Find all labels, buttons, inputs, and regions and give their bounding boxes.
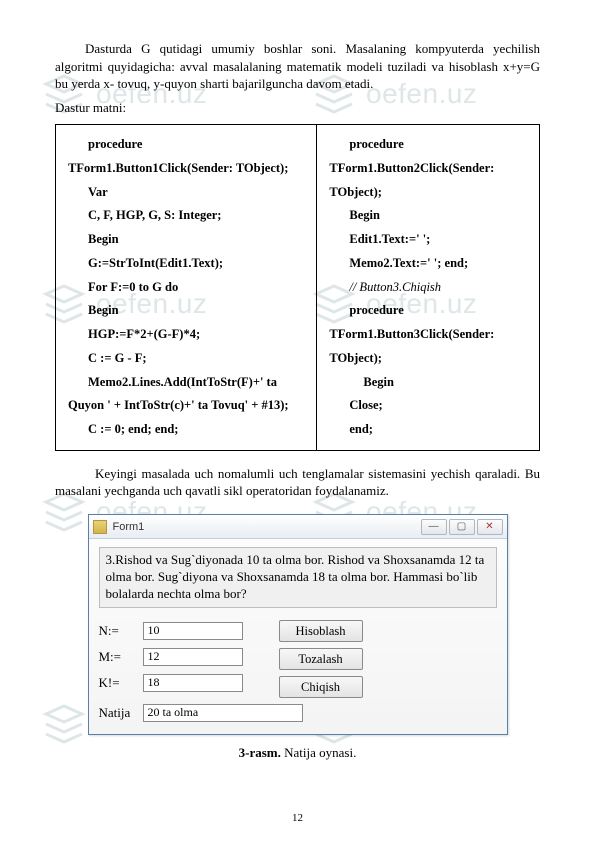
code-line: Quyon ' + IntToStr(c)+' ta Tovuq' + #13)…: [68, 394, 304, 418]
label-k: K!=: [99, 675, 143, 691]
code-line: C := 0; end; end;: [68, 418, 304, 442]
window-title: Form1: [113, 521, 421, 533]
caption-number: 3-rasm.: [239, 745, 281, 760]
code-line: HGP:=F*2+(G-F)*4;: [68, 323, 304, 347]
maximize-button[interactable]: ▢: [449, 519, 475, 535]
figure-caption: 3-rasm. Natija oynasi.: [55, 745, 540, 761]
code-line: Begin: [329, 204, 527, 228]
app-icon: [93, 520, 107, 534]
code-line: // Button3.Chiqish: [329, 276, 527, 300]
label-natija: Natija: [99, 705, 143, 721]
form-window: Form1 — ▢ ✕ 3.Rishod va Sug`diyonada 10 …: [88, 514, 508, 735]
code-line: TForm1.Button2Click(Sender:: [329, 157, 527, 181]
code-line: G:=StrToInt(Edit1.Text);: [68, 252, 304, 276]
label-m: M:=: [99, 649, 143, 665]
paragraph-intro: Dasturda G qutidagi umumiy boshlar soni.…: [55, 40, 540, 93]
clear-button[interactable]: Tozalash: [279, 648, 363, 670]
code-line: TForm1.Button1Click(Sender: TObject);: [68, 157, 304, 181]
exit-button[interactable]: Chiqish: [279, 676, 363, 698]
code-line: Close;: [329, 394, 527, 418]
minimize-button[interactable]: —: [421, 519, 447, 535]
code-cell-left: procedure TForm1.Button1Click(Sender: TO…: [56, 125, 317, 451]
code-line: TForm1.Button3Click(Sender:: [329, 323, 527, 347]
code-line: procedure: [329, 299, 527, 323]
page-number: 12: [0, 812, 595, 824]
code-line: TObject);: [329, 347, 527, 371]
code-line: For F:=0 to G do: [68, 276, 304, 300]
paragraph-label: Dastur matni:: [55, 99, 540, 117]
titlebar: Form1 — ▢ ✕: [89, 515, 507, 539]
code-line: procedure: [68, 133, 304, 157]
code-line: Memo2.Lines.Add(IntToStr(F)+' ta: [68, 371, 304, 395]
code-line: end;: [329, 418, 527, 442]
code-line: Begin: [68, 228, 304, 252]
code-line: C, F, HGP, G, S: Integer;: [68, 204, 304, 228]
code-line: C := G - F;: [68, 347, 304, 371]
input-k[interactable]: [143, 674, 243, 692]
code-line: Begin: [68, 299, 304, 323]
code-line: procedure: [329, 133, 527, 157]
code-line: TObject);: [329, 181, 527, 205]
input-m[interactable]: [143, 648, 243, 666]
code-line: Memo2.Text:=' '; end;: [329, 252, 527, 276]
code-line: Edit1.Text:=' ';: [329, 228, 527, 252]
label-n: N:=: [99, 623, 143, 639]
question-text: 3.Rishod va Sug`diyonada 10 ta olma bor.…: [99, 547, 497, 608]
code-table: procedure TForm1.Button1Click(Sender: TO…: [55, 124, 540, 451]
close-button[interactable]: ✕: [477, 519, 503, 535]
code-cell-right: procedure TForm1.Button2Click(Sender: TO…: [317, 125, 540, 451]
caption-text: Natija oynasi.: [281, 745, 356, 760]
code-line: Var: [68, 181, 304, 205]
calculate-button[interactable]: Hisoblash: [279, 620, 363, 642]
result-output[interactable]: [143, 704, 303, 722]
paragraph-after-table: Keyingi masalada uch nomalumli uch tengl…: [55, 465, 540, 500]
input-n[interactable]: [143, 622, 243, 640]
code-line: Begin: [329, 371, 527, 395]
